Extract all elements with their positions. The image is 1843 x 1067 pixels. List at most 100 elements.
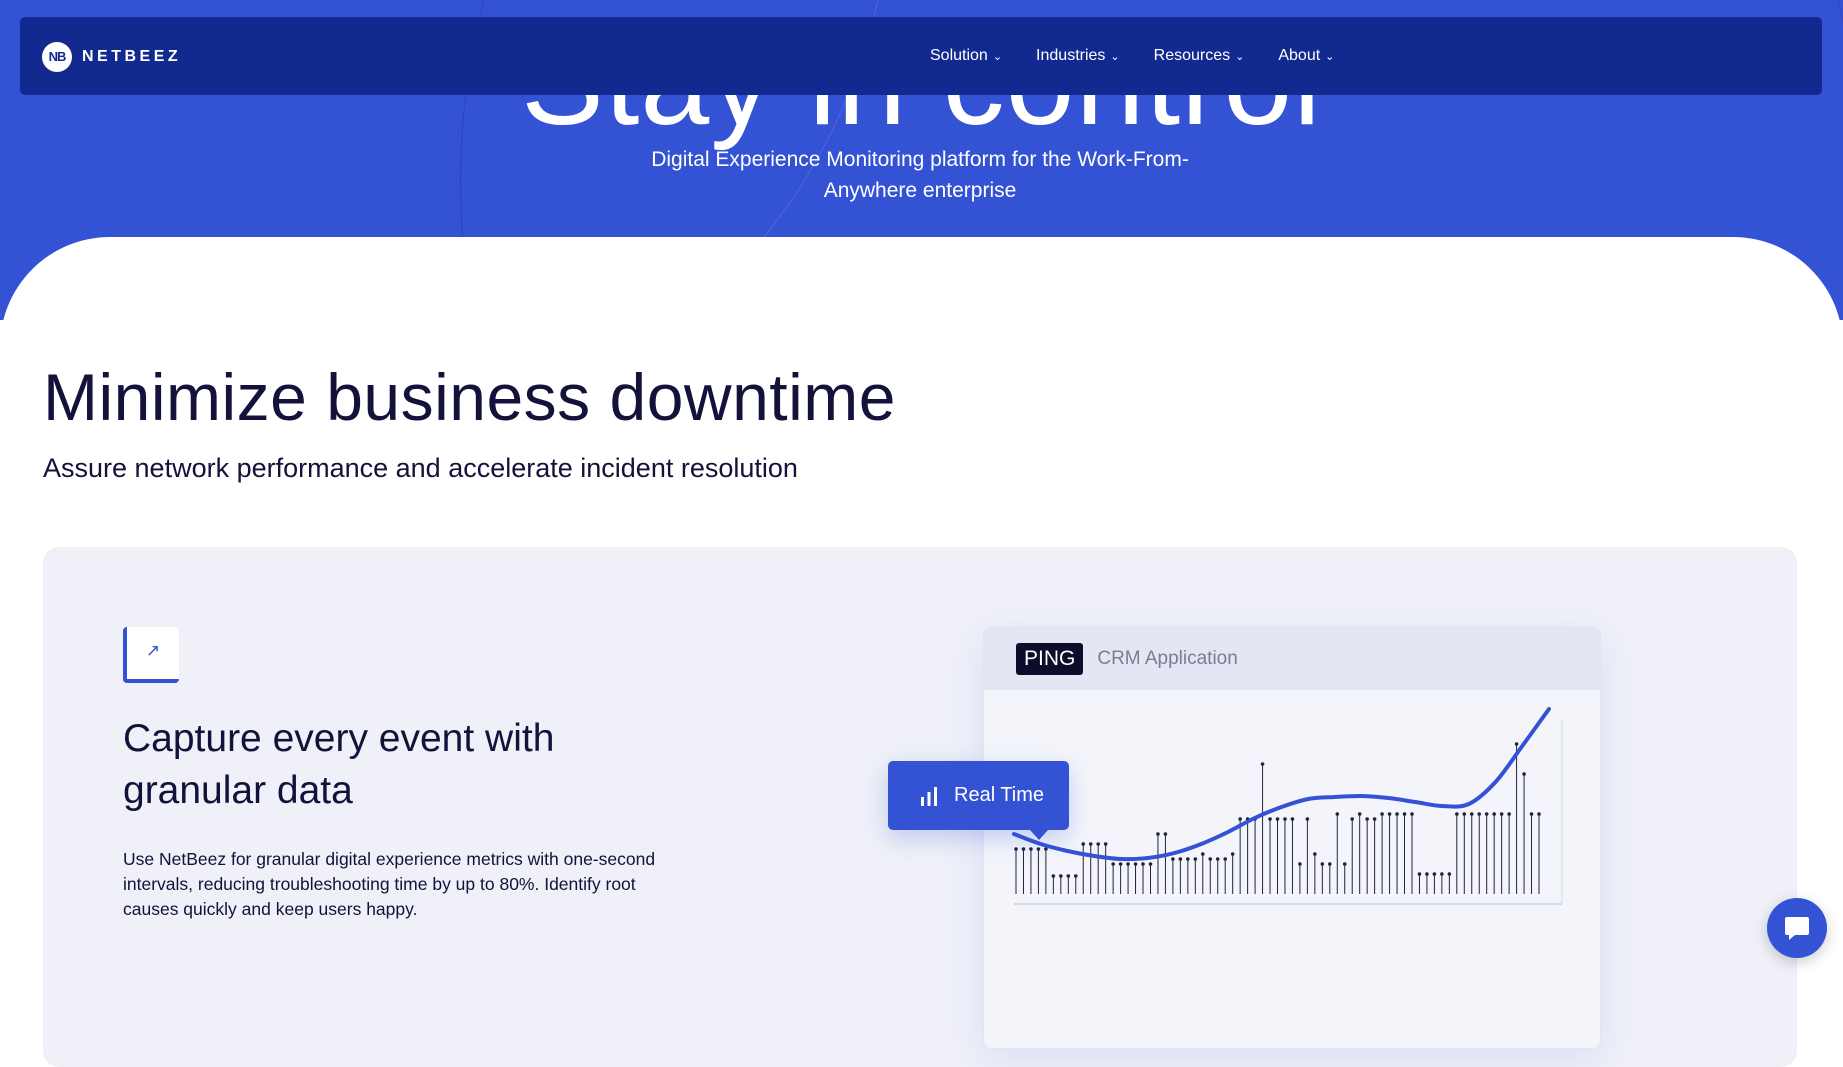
section-subtitle: Assure network performance and accelerat… xyxy=(43,453,798,483)
ping-sample-point xyxy=(1440,872,1444,876)
ping-sample-point xyxy=(1402,812,1407,816)
ping-sample-point xyxy=(1357,812,1362,816)
ping-sample-point xyxy=(1193,857,1198,861)
ping-sample-point xyxy=(1021,847,1026,851)
ping-sample-point xyxy=(1380,812,1384,816)
ping-sample-point xyxy=(1529,812,1534,816)
ping-sample-point xyxy=(1208,857,1213,861)
ping-sample-point xyxy=(1410,812,1414,816)
ping-badge: PING xyxy=(1016,643,1084,675)
real-time-button[interactable]: Real Time xyxy=(888,761,1069,840)
ping-sample-point xyxy=(1425,872,1429,876)
compress-arrows-icon: ↗︎ xyxy=(123,627,179,683)
ping-sample-point xyxy=(1313,852,1317,856)
ping-sample-point xyxy=(1395,812,1399,816)
nav-item-industries[interactable]: Industries ⌄ xyxy=(1036,47,1120,65)
ping-chart-card: PING CRM Application xyxy=(983,627,1601,1049)
ping-sample-point xyxy=(1171,857,1175,861)
chat-launcher-button[interactable] xyxy=(1767,898,1827,958)
ping-sample-point xyxy=(1350,817,1355,821)
ping-sample-point xyxy=(1447,872,1452,876)
ping-sample-point xyxy=(1260,762,1265,766)
ping-sample-point xyxy=(1387,812,1392,816)
ping-sample-point xyxy=(1141,862,1145,866)
ping-sample-point xyxy=(1230,852,1235,856)
ping-sample-point xyxy=(1499,812,1504,816)
ping-sample-point xyxy=(1268,817,1272,821)
ping-sample-point xyxy=(1328,862,1332,866)
ping-sample-point xyxy=(1059,874,1063,878)
ping-sample-point xyxy=(1223,857,1227,861)
ping-sample-point xyxy=(1283,817,1287,821)
ping-sample-point xyxy=(1096,842,1100,846)
ping-sample-point xyxy=(1492,812,1496,816)
nav-item-resources[interactable]: Resources ⌄ xyxy=(1154,47,1245,65)
ping-sample-point xyxy=(1118,862,1123,866)
ping-sample-point xyxy=(1365,817,1369,821)
logo-text: NETBEEZ xyxy=(82,48,182,65)
nav-item-label: Industries xyxy=(1036,47,1106,64)
ping-sample-point xyxy=(1305,817,1310,821)
ping-sample-point xyxy=(1163,832,1168,836)
main-nav: Solution ⌄ Industries ⌄ Resources ⌄ About ⌄ xyxy=(930,17,1368,95)
ping-sample-point xyxy=(1522,772,1526,776)
ping-sample-point xyxy=(1178,857,1183,861)
nav-item-solution[interactable]: Solution ⌄ xyxy=(930,47,1002,65)
logo-mark-icon: NB xyxy=(42,42,72,72)
ping-sample-point xyxy=(1156,832,1160,836)
trend-line xyxy=(1012,707,1551,862)
top-navigation-bar: NB NETBEEZ Solution ⌄ Industries ⌄ Resourc… xyxy=(20,17,1822,95)
ping-sample-point xyxy=(1275,817,1280,821)
feature-description: Use NetBeez for granular digital experie… xyxy=(123,849,656,919)
netbeez-logo[interactable]: NB NETBEEZ xyxy=(42,42,181,72)
ping-sample-point xyxy=(1111,862,1115,866)
ping-sample-point xyxy=(1014,847,1018,851)
ping-sample-point xyxy=(1126,862,1130,866)
feature-title: Capture every event with granular data xyxy=(123,717,555,812)
ping-sample-point xyxy=(1417,872,1422,876)
ping-sample-point xyxy=(1298,862,1302,866)
ping-sample-point xyxy=(1103,842,1108,846)
chat-bubble-icon xyxy=(1785,917,1809,940)
ping-sample-point xyxy=(1537,812,1541,816)
ping-sample-point xyxy=(1238,817,1242,821)
ping-sample-point xyxy=(1036,847,1041,851)
ping-sample-point xyxy=(1081,842,1086,846)
ping-sample-point xyxy=(1051,874,1056,878)
ping-sample-point xyxy=(1066,874,1071,878)
ping-sample-point xyxy=(1462,812,1467,816)
ping-sample-point xyxy=(1514,742,1519,746)
ping-sample-point xyxy=(1372,817,1377,821)
ping-sample-point xyxy=(1290,817,1295,821)
nav-item-label: Resources xyxy=(1153,47,1231,64)
ping-sample-point xyxy=(1029,847,1033,851)
ping-sample-point xyxy=(1484,812,1489,816)
ping-sample-point xyxy=(1335,812,1340,816)
chevron-down-icon: ⌄ xyxy=(1325,50,1335,63)
chevron-down-icon: ⌄ xyxy=(992,50,1003,63)
ping-chart-plot xyxy=(1012,707,1563,905)
ping-sample-point xyxy=(1320,862,1325,866)
ping-sample-point xyxy=(1186,857,1190,861)
chevron-down-icon: ⌄ xyxy=(1235,50,1245,63)
chart-app-label: CRM Application xyxy=(1097,648,1238,669)
main-content: Minimize business downtime Assure networ… xyxy=(0,237,1843,1067)
ping-sample-point xyxy=(1133,862,1138,866)
bar-chart-icon xyxy=(921,786,937,806)
ping-sample-point xyxy=(1455,812,1459,816)
real-time-label: Real Time xyxy=(954,784,1045,806)
ping-sample-point xyxy=(1432,872,1437,876)
ping-sample-point xyxy=(1148,862,1153,866)
nav-item-about[interactable]: About ⌄ xyxy=(1278,47,1334,65)
ping-sample-point xyxy=(1469,812,1474,816)
chevron-down-icon: ⌄ xyxy=(1110,50,1120,63)
ping-sample-point xyxy=(1215,857,1220,861)
nav-item-label: Solution xyxy=(930,47,988,64)
ping-sample-point xyxy=(1507,812,1511,816)
chart-header: PING CRM Application xyxy=(984,628,1600,690)
hero-subtitle: Digital Experience Monitoring platform f… xyxy=(651,148,1189,202)
nav-item-label: About xyxy=(1278,47,1321,64)
section-title: Minimize business downtime xyxy=(43,360,896,434)
ping-sample-point xyxy=(1088,842,1093,846)
ping-sample-point xyxy=(1477,812,1482,816)
